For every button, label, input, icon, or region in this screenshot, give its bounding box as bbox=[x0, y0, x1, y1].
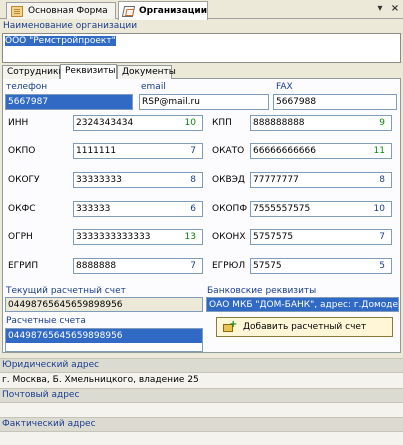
close-icon[interactable]: × bbox=[389, 3, 401, 15]
inn-digit-count: 10 bbox=[167, 115, 203, 131]
egryul-field[interactable]: 57575 bbox=[250, 258, 354, 274]
bank-details-label: Банковские реквизиты bbox=[207, 286, 317, 296]
tab-main-form-label: Основная Форма bbox=[28, 6, 108, 16]
okopf-digit-count: 10 bbox=[354, 201, 392, 217]
bank-details-field[interactable]: ОАО МКБ "ДОМ-БАНК", адрес: г.Домодедово bbox=[206, 297, 399, 312]
tab-employees[interactable]: Сотрудники bbox=[2, 65, 64, 79]
okfs-digit-count: 6 bbox=[167, 201, 203, 217]
okpo-digit-count: 7 bbox=[167, 143, 203, 159]
tab-organizations[interactable]: Организации bbox=[118, 1, 208, 20]
okato-label: ОКАТО bbox=[212, 146, 245, 156]
okfs-label: ОКФС bbox=[8, 204, 36, 214]
inn-field[interactable]: 2324343434 bbox=[73, 115, 167, 131]
kpp-label: КПП bbox=[212, 118, 232, 128]
postal-address-label: Почтовый адрес bbox=[0, 388, 403, 402]
current-account-label: Текущий расчетный счет bbox=[6, 286, 126, 296]
email-label: email bbox=[141, 82, 166, 92]
egryul-label: ЕГРЮЛ bbox=[212, 261, 246, 271]
legal-address-field[interactable]: г. Москва, Б. Хмельницкого, владение 25 bbox=[0, 372, 403, 388]
okopf-field[interactable]: 7555557575 bbox=[250, 201, 354, 217]
tab-main-form[interactable]: Основная Форма bbox=[6, 2, 116, 19]
okato-field[interactable]: 66666666666 bbox=[250, 143, 354, 159]
actual-address-field[interactable] bbox=[0, 431, 403, 445]
ogrn-field[interactable]: 3333333333333 bbox=[73, 229, 167, 245]
accounts-list-label: Расчетные счета bbox=[6, 316, 86, 326]
okpo-label: ОКПО bbox=[8, 146, 36, 156]
okogu-digit-count: 8 bbox=[167, 172, 203, 188]
okved-field[interactable]: 77777777 bbox=[250, 172, 354, 188]
add-account-button-label: Добавить расчетный счет bbox=[243, 322, 367, 332]
okpo-field[interactable]: 1111111 bbox=[73, 143, 167, 159]
tab-documents[interactable]: Документы bbox=[117, 65, 176, 79]
dropdown-icon[interactable]: ▾ bbox=[374, 3, 386, 15]
okved-digit-count: 8 bbox=[354, 172, 392, 188]
kpp-digit-count: 9 bbox=[354, 115, 392, 131]
okogu-field[interactable]: 33333333 bbox=[73, 172, 167, 188]
okonh-label: ОКОНХ bbox=[212, 232, 246, 242]
egrip-label: ЕГРИП bbox=[8, 261, 39, 271]
org-name-label: Наименование организации bbox=[3, 21, 138, 31]
egryul-digit-count: 5 bbox=[354, 258, 392, 274]
phone-field[interactable]: 5667987 bbox=[5, 94, 133, 110]
ogrn-label: ОГРН bbox=[8, 232, 33, 242]
tab-organizations-label: Организации bbox=[139, 6, 207, 16]
okogu-label: ОКОГУ bbox=[8, 175, 40, 185]
fax-label: FAX bbox=[276, 82, 293, 92]
okonh-digit-count: 7 bbox=[354, 229, 392, 245]
phone-label: телефон bbox=[6, 82, 48, 92]
tab-requisites[interactable]: Реквизиты bbox=[60, 64, 117, 80]
email-field[interactable]: RSP@mail.ru bbox=[139, 94, 269, 110]
window-tab-bar: Основная Форма Организации ▾ × bbox=[0, 0, 403, 20]
egrip-digit-count: 7 bbox=[167, 258, 203, 274]
org-name-field[interactable]: ООО "Ремстройпроект" bbox=[2, 33, 401, 63]
inn-label: ИНН bbox=[8, 118, 29, 128]
accounts-list-item[interactable]: 04498765645659898956 bbox=[6, 329, 202, 343]
organization-icon bbox=[121, 5, 136, 17]
okved-label: ОКВЭД bbox=[212, 175, 245, 185]
okfs-field[interactable]: 333333 bbox=[73, 201, 167, 217]
okopf-label: ОКОПФ bbox=[212, 204, 248, 214]
add-card-icon: + bbox=[223, 320, 237, 333]
accounts-list[interactable]: 04498765645659898956 bbox=[5, 328, 203, 352]
current-account-field[interactable]: 04498765645659898956 bbox=[5, 297, 203, 312]
okonh-field[interactable]: 5757575 bbox=[250, 229, 354, 245]
subtab-bar: Сотрудники Реквизиты Документы bbox=[2, 64, 401, 80]
kpp-field[interactable]: 888888888 bbox=[250, 115, 354, 131]
egrip-field[interactable]: 8888888 bbox=[73, 258, 167, 274]
okato-digit-count: 11 bbox=[354, 143, 392, 159]
org-name-value: ООО "Ремстройпроект" bbox=[5, 36, 116, 46]
actual-address-label: Фактический адрес bbox=[0, 417, 403, 431]
postal-address-field[interactable] bbox=[0, 402, 403, 418]
legal-address-label: Юридический адрес bbox=[0, 358, 403, 372]
form-icon bbox=[11, 5, 23, 17]
add-account-button[interactable]: + Добавить расчетный счет bbox=[216, 317, 393, 337]
fax-field[interactable]: 5667988 bbox=[273, 94, 397, 110]
ogrn-digit-count: 13 bbox=[167, 229, 203, 245]
